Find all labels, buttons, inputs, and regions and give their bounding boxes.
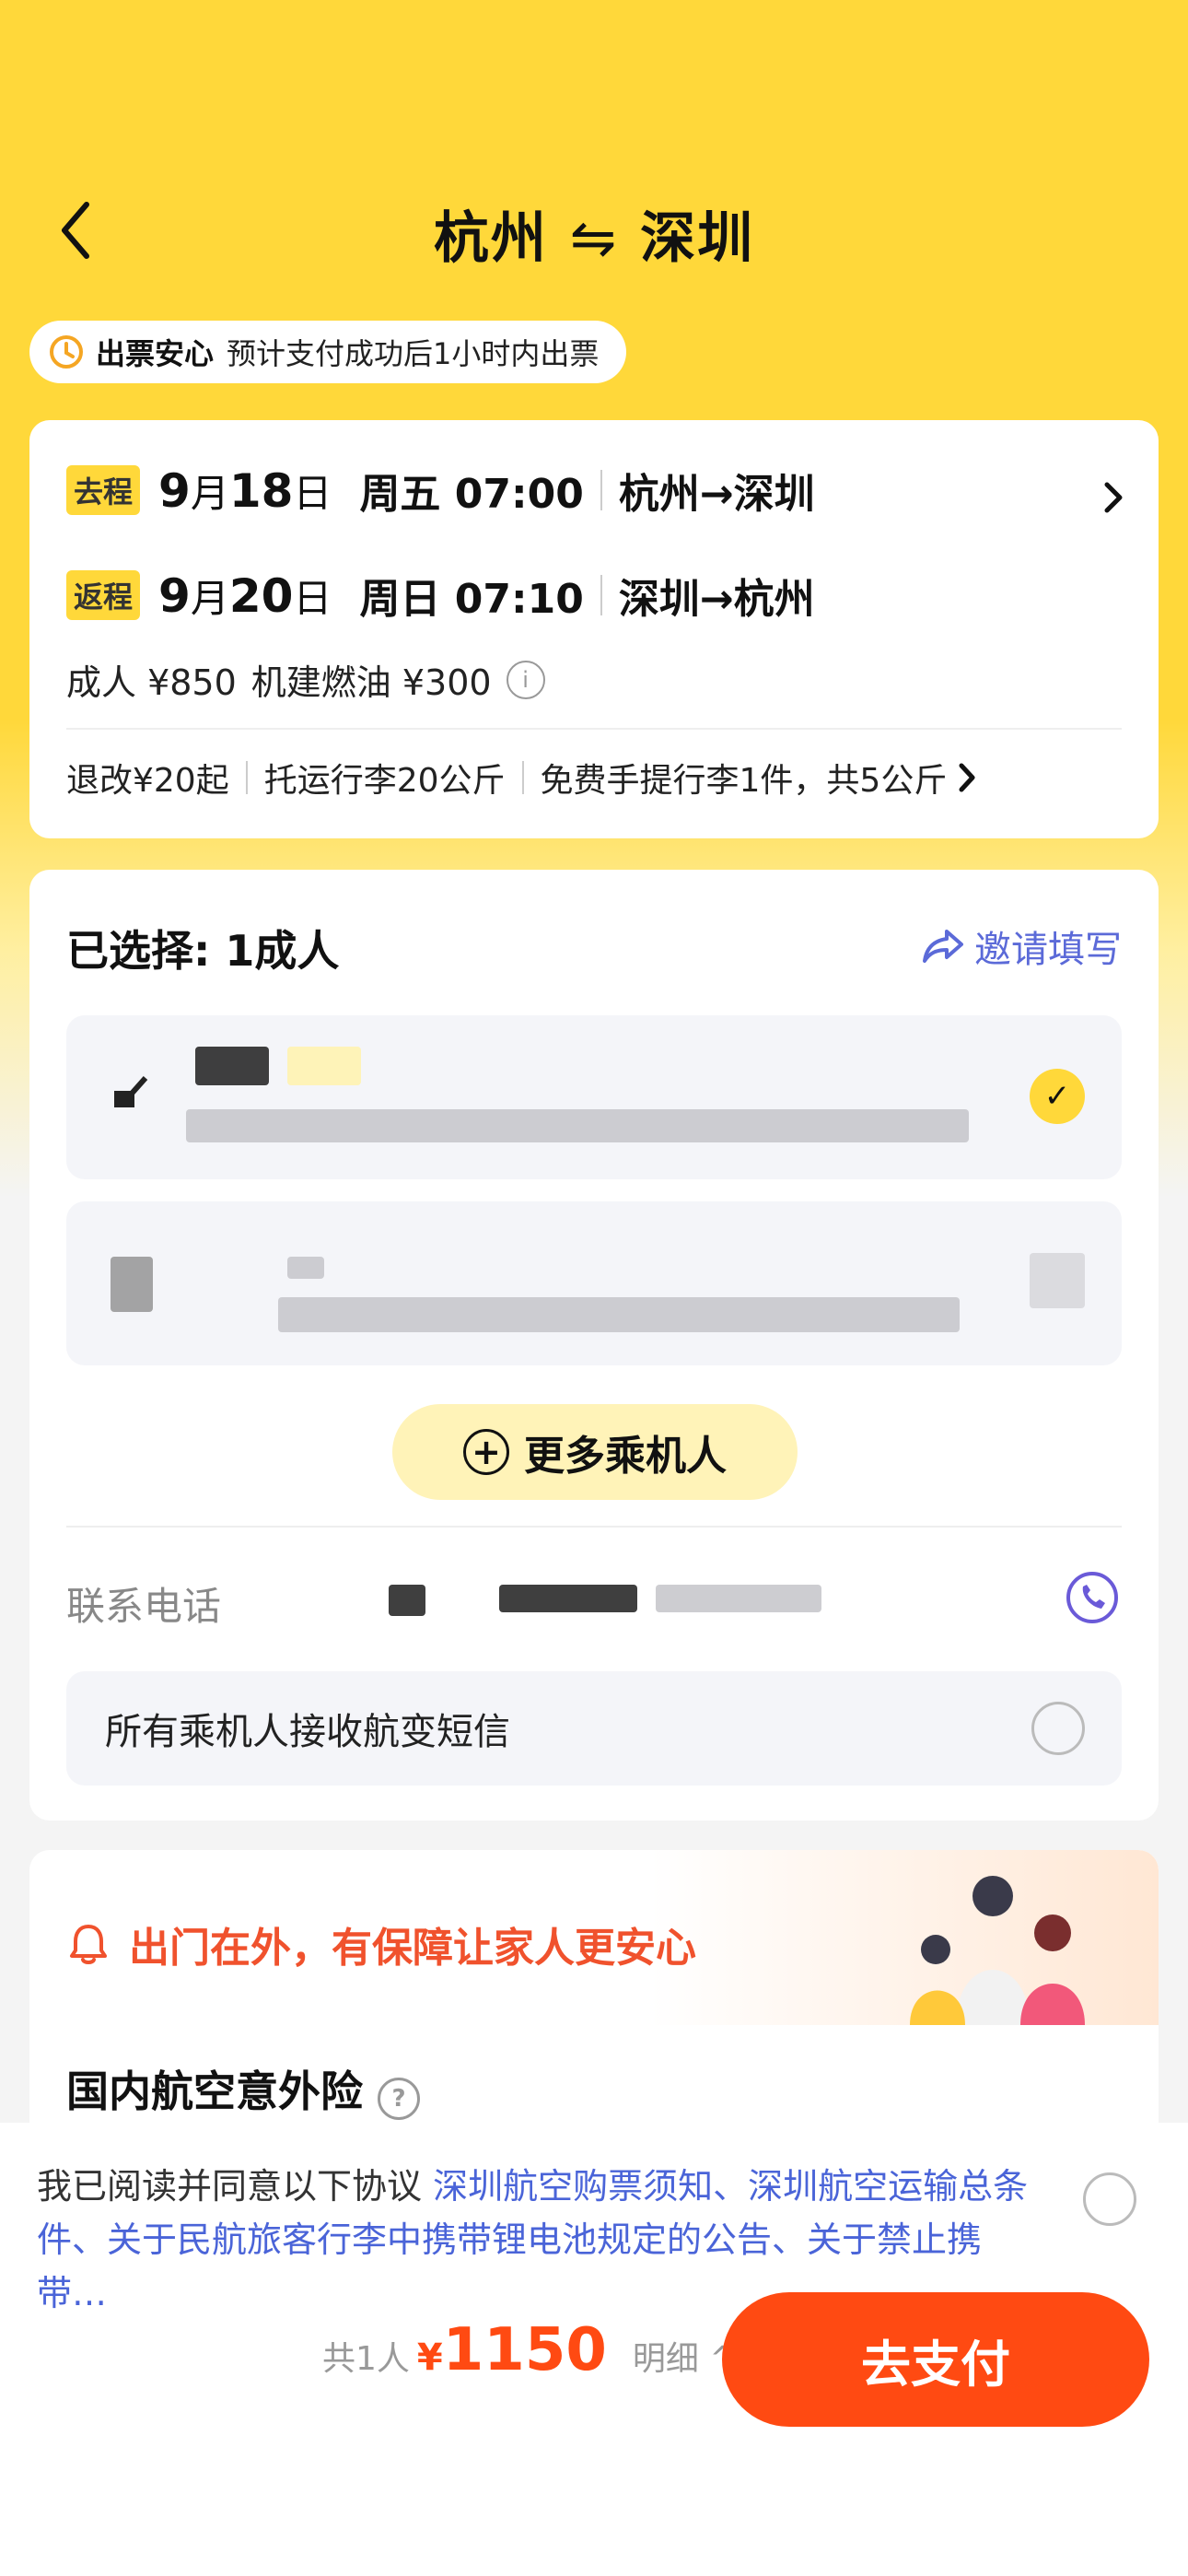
flight-weekday-time: 周日 07:10 (359, 576, 584, 623)
clock-icon (50, 335, 83, 369)
family-illustration (910, 1876, 1085, 2025)
currency-symbol: ¥ (416, 2336, 443, 2379)
fuel-price: 机建燃油 ¥300 (250, 662, 492, 703)
plus-icon: + (463, 1429, 509, 1475)
sms-radio[interactable] (1031, 1702, 1085, 1755)
adult-price: 成人 ¥850 (66, 662, 237, 703)
add-passenger-button[interactable]: + 更多乘机人 (392, 1404, 798, 1500)
flight-tag: 去程 (66, 465, 141, 515)
flight-date: 9月20日 (158, 568, 332, 623)
flight-route: 杭州→深圳 (618, 471, 815, 518)
total-amount: 1150 (442, 2316, 607, 2384)
insurance-section-title: 国内航空意外险? (66, 2058, 420, 2120)
checkout-bar: 我已阅读并同意以下协议 深圳航空购票须知、深圳航空运输总条件、关于民航旅客行李中… (0, 2123, 1188, 2576)
invite-label: 邀请填写 (974, 929, 1122, 971)
passenger-item[interactable]: ✓ (66, 1015, 1122, 1179)
divider (521, 761, 524, 794)
passenger-card: 已选择: 1成人 邀请填写 ✓ + 更多乘机人 联系电话 所有乘机人接收航变短信 (29, 870, 1159, 1821)
agreement-prefix: 我已阅读并同意以下协议 (37, 2166, 423, 2207)
flight-weekday-time: 周五 07:00 (359, 471, 584, 518)
refund-info: 退改¥20起 (66, 762, 229, 800)
flight-route: 深圳→杭州 (618, 576, 815, 623)
notice-bold: 出票安心 (96, 336, 215, 371)
edit-icon[interactable] (111, 1071, 153, 1113)
phone-label: 联系电话 (66, 1584, 222, 1629)
insurance-card: 出门在外，有保障让家人更安心 国内航空意外险? (29, 1850, 1159, 2163)
phone-input[interactable] (352, 1575, 868, 1618)
flight-card[interactable]: 去程 9月18日 周五 07:00 杭州→深圳 返程 9月20日 周日 07:1… (29, 420, 1159, 838)
total-price: 共1人 ¥ 1150 明细 ^ (322, 2316, 738, 2384)
route-title: 杭州 ⇋ 深圳 (0, 193, 1188, 274)
share-icon (923, 930, 963, 963)
bell-icon (70, 1925, 107, 1964)
divider (66, 1526, 1122, 1528)
divider (66, 728, 1122, 730)
baggage-row[interactable]: 退改¥20起 托运行李20公斤 免费手提行李1件，共5公斤 (66, 754, 978, 802)
chevron-right-icon[interactable] (1100, 477, 1127, 518)
swap-icon: ⇋ (569, 206, 619, 271)
contacts-icon[interactable] (1063, 1568, 1122, 1627)
selected-passengers: 已选择: 1成人 (66, 926, 340, 976)
outbound-flight-row: 去程 9月18日 周五 07:00 杭州→深圳 (66, 461, 815, 520)
passenger-count: 共1人 (322, 2340, 410, 2378)
passenger-item[interactable] (66, 1201, 1122, 1365)
flight-tag: 返程 (66, 570, 141, 620)
carry-baggage-info: 免费手提行李1件，共5公斤 (540, 762, 948, 800)
selected-check-icon[interactable]: ✓ (1030, 1069, 1085, 1124)
more-passengers-label: 更多乘机人 (524, 1433, 727, 1480)
divider (600, 575, 602, 615)
help-icon[interactable]: ? (378, 2078, 420, 2120)
return-flight-row: 返程 9月20日 周日 07:10 深圳→杭州 (66, 566, 815, 625)
divider (600, 470, 602, 510)
notice-text: 预计支付成功后1小时内出票 (227, 336, 600, 371)
flight-date: 9月18日 (158, 463, 332, 518)
divider (245, 761, 248, 794)
ticket-notice: 出票安心 预计支付成功后1小时内出票 (29, 321, 627, 383)
info-icon[interactable]: i (506, 660, 545, 699)
checked-baggage-info: 托运行李20公斤 (263, 762, 506, 800)
to-city: 深圳 (640, 206, 755, 271)
from-city: 杭州 (433, 206, 548, 271)
invite-button[interactable]: 邀请填写 (921, 919, 1122, 973)
chevron-right-icon (959, 763, 975, 792)
price-line: 成人 ¥850 机建燃油 ¥300 i (66, 654, 545, 705)
agreement-radio[interactable] (1083, 2172, 1136, 2226)
pay-button[interactable]: 去支付 (722, 2292, 1149, 2427)
insurance-banner-title: 出门在外，有保障让家人更安心 (66, 1914, 696, 1973)
sms-label: 所有乘机人接收航变短信 (105, 1711, 510, 1753)
sms-subscribe-row[interactable]: 所有乘机人接收航变短信 (66, 1671, 1122, 1786)
